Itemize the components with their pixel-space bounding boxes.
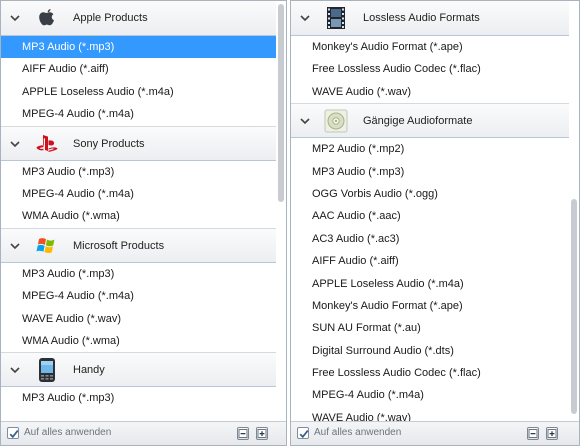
- vertical-scrollbar[interactable]: [276, 1, 286, 421]
- windows-icon: [34, 233, 60, 259]
- apply-all-label[interactable]: Auf alles anwenden: [24, 427, 111, 438]
- list-item[interactable]: MP3 Audio (*.mp3): [1, 161, 276, 183]
- list-item[interactable]: MP3 Audio (*.mp3): [1, 263, 276, 285]
- apply-all-checkbox[interactable]: [7, 427, 19, 439]
- scrollbar-thumb[interactable]: [571, 199, 577, 414]
- list-item[interactable]: MPEG-4 Audio (*.m4a): [1, 103, 276, 125]
- group-label: Lossless Audio Formats: [363, 12, 480, 24]
- list-item[interactable]: Free Lossless Audio Codec (*.flac): [291, 362, 569, 384]
- group-label: Gängige Audioformate: [363, 115, 473, 128]
- apply-all-label[interactable]: Auf alles anwenden: [314, 427, 401, 438]
- group-label: Handy: [73, 364, 105, 377]
- mobile-phone-icon: [34, 357, 60, 383]
- chevron-down-icon[interactable]: [300, 116, 310, 126]
- chevron-down-icon[interactable]: [10, 241, 20, 251]
- expand-all-button[interactable]: [256, 427, 268, 440]
- list-item[interactable]: WAVE Audio (*.wav): [1, 308, 276, 330]
- list-item[interactable]: WMA Audio (*.wma): [1, 205, 276, 227]
- group-label: Sony Products: [73, 137, 145, 150]
- chevron-down-icon[interactable]: [10, 365, 20, 375]
- group-header-microsoft-products[interactable]: Microsoft Products: [1, 227, 276, 263]
- group-label: Apple Products: [73, 12, 148, 24]
- list-item[interactable]: AC3 Audio (*.ac3): [291, 228, 569, 250]
- group-header-lossless-audio-formats[interactable]: Lossless Audio Formats: [291, 1, 569, 36]
- list-item[interactable]: Free Lossless Audio Codec (*.flac): [291, 58, 569, 80]
- list-item[interactable]: Monkey's Audio Format (*.ape): [291, 36, 569, 58]
- list-item[interactable]: MPEG-4 Audio (*.m4a): [1, 183, 276, 205]
- list-item[interactable]: MP3 Audio (*.mp3): [291, 161, 569, 183]
- list-item[interactable]: MPEG-4 Audio (*.m4a): [1, 285, 276, 307]
- list-item[interactable]: WAVE Audio (*.wav): [291, 81, 569, 103]
- list-item[interactable]: AAC Audio (*.aac): [291, 205, 569, 227]
- collapse-all-button[interactable]: [237, 427, 249, 440]
- audio-format-panel: Lossless Audio Formats Monkey's Audio Fo…: [290, 0, 580, 446]
- apply-all-checkbox[interactable]: [297, 427, 309, 439]
- group-header-apple-products[interactable]: Apple Products: [1, 1, 276, 36]
- apple-icon: [34, 5, 60, 31]
- group-header-sony-products[interactable]: Sony Products: [1, 125, 276, 161]
- chevron-down-icon[interactable]: [10, 139, 20, 149]
- group-header-handy[interactable]: Handy: [1, 352, 276, 388]
- playstation-icon: [34, 131, 60, 157]
- list-item[interactable]: OGG Vorbis Audio (*.ogg): [291, 183, 569, 205]
- group-header-gaengige-audioformate[interactable]: Gängige Audioformate: [291, 103, 569, 139]
- device-profile-panel: Apple Products MP3 Audio (*.mp3) AIFF Au…: [0, 0, 287, 446]
- vertical-scrollbar[interactable]: [569, 1, 579, 421]
- list-item[interactable]: Monkey's Audio Format (*.ape): [291, 295, 569, 317]
- chevron-down-icon[interactable]: [300, 13, 310, 23]
- list-item[interactable]: APPLE Loseless Audio (*.m4a): [291, 273, 569, 295]
- panel-footer: Auf alles anwenden: [291, 421, 579, 445]
- list-item[interactable]: MP2 Audio (*.mp2): [291, 138, 569, 160]
- chevron-down-icon[interactable]: [10, 13, 20, 23]
- scrollbar-thumb[interactable]: [278, 4, 284, 202]
- group-label: Microsoft Products: [73, 239, 165, 252]
- film-strip-icon: [323, 5, 349, 31]
- panel-footer: Auf alles anwenden: [1, 421, 286, 445]
- audio-disc-icon: [323, 108, 349, 134]
- expand-all-button[interactable]: [546, 427, 558, 440]
- list-item[interactable]: Digital Surround Audio (*.dts): [291, 340, 569, 362]
- list-item[interactable]: WAVE Audio (*.wav): [291, 407, 569, 421]
- list-item[interactable]: APPLE Loseless Audio (*.m4a): [1, 81, 276, 103]
- collapse-all-button[interactable]: [527, 427, 539, 440]
- device-profile-list: Apple Products MP3 Audio (*.mp3) AIFF Au…: [1, 1, 276, 421]
- list-item[interactable]: SUN AU Format (*.au): [291, 317, 569, 339]
- list-item[interactable]: AIFF Audio (*.aiff): [1, 58, 276, 80]
- list-item[interactable]: MP3 Audio (*.mp3): [1, 387, 276, 409]
- audio-format-list: Lossless Audio Formats Monkey's Audio Fo…: [291, 1, 569, 421]
- list-item[interactable]: MP3 Audio (*.mp3): [1, 36, 276, 59]
- list-item[interactable]: AIFF Audio (*.aiff): [291, 250, 569, 272]
- list-item[interactable]: WMA Audio (*.wma): [1, 330, 276, 352]
- list-item[interactable]: MPEG-4 Audio (*.m4a): [291, 384, 569, 406]
